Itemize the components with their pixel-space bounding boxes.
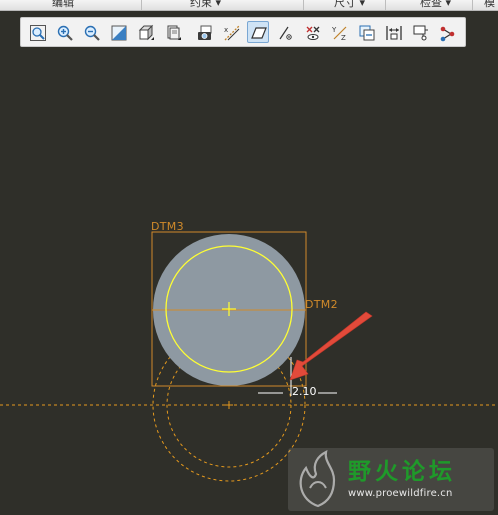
view-orient-button[interactable] — [107, 21, 129, 43]
vertex-display-icon: Y Z — [331, 26, 347, 42]
snap-display-icon — [413, 25, 428, 41]
sketch-plane-icon — [251, 27, 267, 39]
saved-views-icon — [167, 25, 181, 40]
zoom-in-button[interactable] — [53, 21, 75, 43]
forum-watermark: 野火论坛 www.proewildfire.cn — [288, 448, 494, 511]
zoom-in-icon — [57, 25, 73, 41]
menu-separator — [472, 0, 473, 10]
menu-separator — [303, 0, 304, 10]
view-style-button[interactable] — [134, 21, 156, 43]
constraint-display-button[interactable] — [301, 21, 323, 43]
datum-display-button[interactable]: x — [220, 21, 242, 43]
datum-display-icon: x — [224, 25, 240, 41]
dim-display-button[interactable] — [274, 21, 296, 43]
spin-center-button[interactable] — [436, 21, 458, 43]
watermark-title: 野火论坛 — [348, 459, 456, 485]
zoom-out-button[interactable] — [80, 21, 102, 43]
camera-icon — [198, 25, 212, 40]
zoom-out-icon — [84, 25, 100, 41]
menu-constraint[interactable]: 约束 ▾ — [190, 0, 221, 10]
dtm3-label: DTM3 — [151, 220, 184, 233]
graphics-toolbar: x Y Z — [20, 17, 466, 47]
svg-text:x: x — [224, 26, 228, 34]
dimension-value[interactable]: 2.10 — [292, 385, 317, 398]
menu-bar: 编辑 约束 ▾ 尺寸 ▾ 检查 ▾ 模 — [0, 0, 498, 11]
svg-text:Z: Z — [341, 34, 346, 42]
zoom-fit-icon — [30, 25, 46, 41]
sketch-plane-button[interactable] — [247, 21, 269, 43]
menu-separator — [141, 0, 142, 10]
spin-center-icon — [440, 26, 455, 42]
view-style-icon — [138, 24, 154, 41]
dtm2-label: DTM2 — [305, 298, 338, 311]
menu-separator — [385, 0, 386, 10]
graphics-canvas[interactable]: DTM3 DTM2 2.10 — [0, 48, 498, 515]
watermark-url: www.proewildfire.cn — [348, 488, 453, 499]
constraint-display-icon — [306, 26, 320, 40]
menu-inspect[interactable]: 检查 ▾ — [420, 0, 451, 10]
menu-dimension[interactable]: 尺寸 ▾ — [334, 0, 365, 10]
dim-display-icon — [279, 26, 292, 40]
camera-button[interactable] — [193, 21, 215, 43]
sketch-graphics — [0, 231, 498, 482]
snap-display-button[interactable] — [409, 21, 431, 43]
menu-model[interactable]: 模 — [484, 0, 495, 10]
dim-lock-icon — [386, 26, 402, 40]
saved-views-button[interactable] — [161, 21, 183, 43]
dim-lock-button[interactable] — [382, 21, 404, 43]
zoom-fit-button[interactable] — [26, 21, 48, 43]
sketch-view-button[interactable] — [355, 21, 377, 43]
menu-edit[interactable]: 编辑 — [52, 0, 74, 10]
view-orient-icon — [111, 25, 127, 41]
sketch-view-icon — [359, 25, 375, 41]
vertex-display-button[interactable]: Y Z — [328, 21, 350, 43]
flame-logo-icon — [299, 450, 336, 508]
svg-text:Y: Y — [331, 26, 337, 34]
